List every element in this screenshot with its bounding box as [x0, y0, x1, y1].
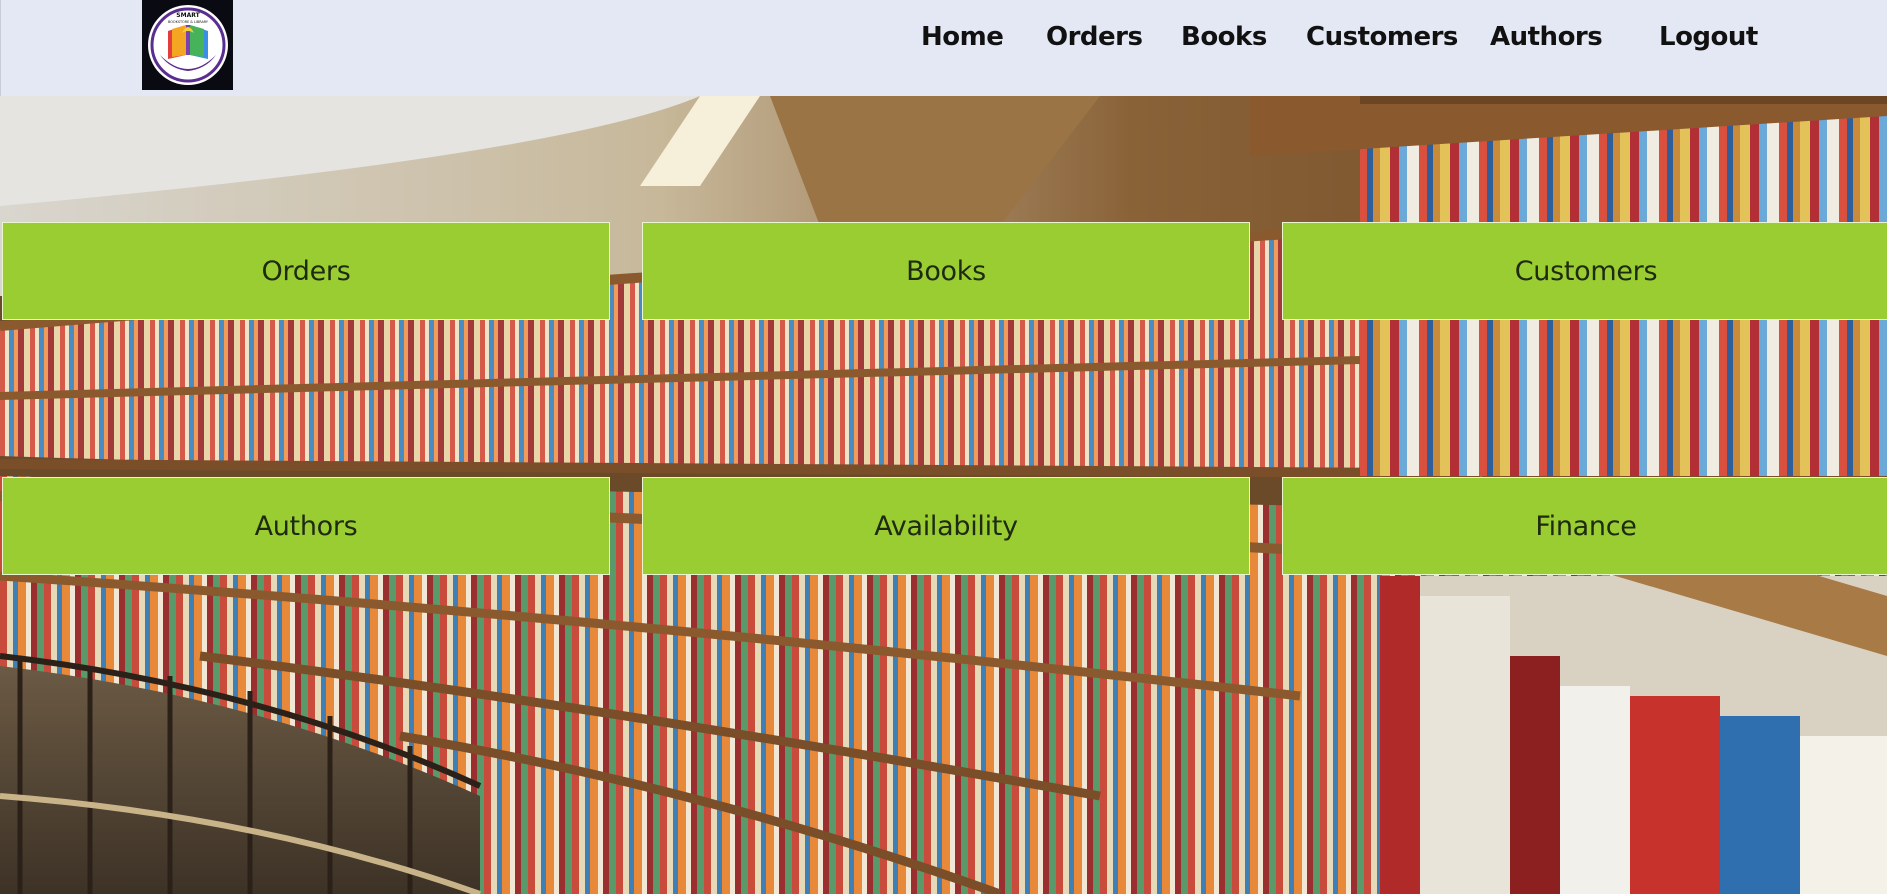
nav-link-orders[interactable]: Orders	[1046, 22, 1143, 52]
tile-authors[interactable]: Authors	[2, 477, 610, 575]
tile-customers[interactable]: Customers	[1282, 222, 1887, 320]
tile-orders[interactable]: Orders	[2, 222, 610, 320]
logout-link[interactable]: Logout	[1659, 22, 1758, 52]
tile-availability[interactable]: Availability	[642, 477, 1250, 575]
nav-link-authors[interactable]: Authors	[1490, 22, 1603, 52]
top-navbar: SMART BOOKSTORE & LIBRARY SINCE 2024 Hom…	[0, 0, 1887, 96]
main-nav: Home Orders Books Customers Authors Logo…	[1, 0, 1887, 78]
tile-finance[interactable]: Finance	[1282, 477, 1887, 575]
hero-background: Orders Books Customers Authors Availabil…	[0, 96, 1887, 894]
nav-link-home[interactable]: Home	[921, 22, 1004, 52]
nav-link-books[interactable]: Books	[1181, 22, 1267, 52]
tile-books[interactable]: Books	[642, 222, 1250, 320]
nav-link-customers[interactable]: Customers	[1306, 22, 1458, 52]
